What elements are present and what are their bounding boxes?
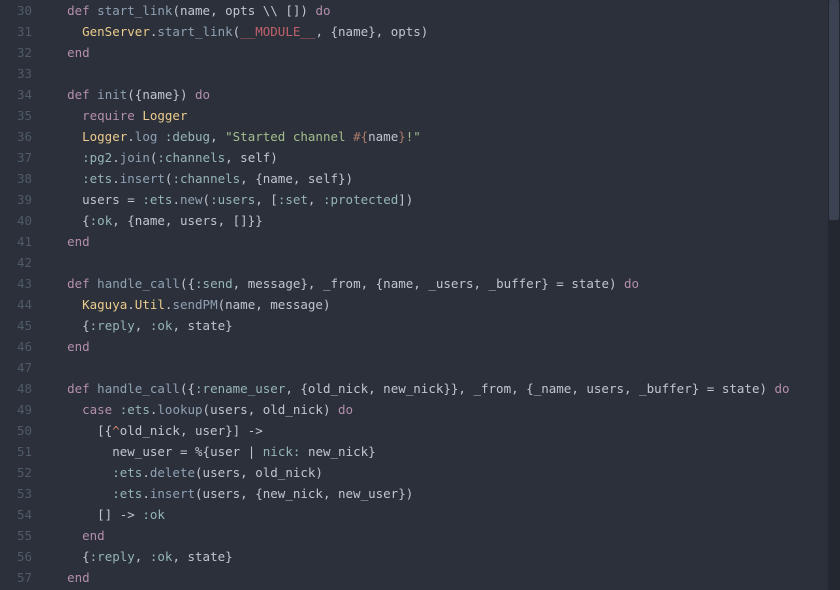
code-line[interactable]: :ets.delete(users, old_nick) — [52, 462, 828, 483]
line-number: 34 — [0, 84, 32, 105]
code-line[interactable]: Kaguya.Util.sendPM(name, message) — [52, 294, 828, 315]
line-number: 56 — [0, 546, 32, 567]
code-line[interactable] — [52, 357, 828, 378]
code-line[interactable]: case :ets.lookup(users, old_nick) do — [52, 399, 828, 420]
line-number: 35 — [0, 105, 32, 126]
code-line[interactable]: :ets.insert(users, {new_nick, new_user}) — [52, 483, 828, 504]
vertical-scrollbar-thumb[interactable] — [829, 0, 839, 220]
line-number: 48 — [0, 378, 32, 399]
line-number: 54 — [0, 504, 32, 525]
line-number: 47 — [0, 357, 32, 378]
code-line[interactable]: [{^old_nick, user}] -> — [52, 420, 828, 441]
line-number: 44 — [0, 294, 32, 315]
line-number: 33 — [0, 63, 32, 84]
code-line[interactable]: def start_link(name, opts \\ []) do — [52, 0, 828, 21]
line-number: 32 — [0, 42, 32, 63]
code-content[interactable]: def start_link(name, opts \\ []) do GenS… — [42, 0, 828, 590]
line-number: 55 — [0, 525, 32, 546]
code-line[interactable]: {:reply, :ok, state} — [52, 546, 828, 567]
line-number: 46 — [0, 336, 32, 357]
code-line[interactable]: :ets.insert(:channels, {name, self}) — [52, 168, 828, 189]
line-number: 51 — [0, 441, 32, 462]
code-editor: 3031323334353637383940414243444546474849… — [0, 0, 840, 590]
line-number: 39 — [0, 189, 32, 210]
code-line[interactable]: {:ok, {name, users, []}} — [52, 210, 828, 231]
line-number: 49 — [0, 399, 32, 420]
line-number: 53 — [0, 483, 32, 504]
code-line[interactable]: users = :ets.new(:users, [:set, :protect… — [52, 189, 828, 210]
code-line[interactable]: def init({name}) do — [52, 84, 828, 105]
code-line[interactable]: :pg2.join(:channels, self) — [52, 147, 828, 168]
code-line[interactable]: def handle_call({:rename_user, {old_nick… — [52, 378, 828, 399]
line-number: 40 — [0, 210, 32, 231]
code-line[interactable]: end — [52, 231, 828, 252]
line-number: 43 — [0, 273, 32, 294]
line-number: 31 — [0, 21, 32, 42]
code-line[interactable]: end — [52, 567, 828, 588]
code-line[interactable]: GenServer.start_link(__MODULE__, {name},… — [52, 21, 828, 42]
code-line[interactable]: Logger.log :debug, "Started channel #{na… — [52, 126, 828, 147]
code-line[interactable]: end — [52, 336, 828, 357]
line-number: 41 — [0, 231, 32, 252]
line-number: 52 — [0, 462, 32, 483]
code-line[interactable] — [52, 252, 828, 273]
line-number: 38 — [0, 168, 32, 189]
code-line[interactable]: [] -> :ok — [52, 504, 828, 525]
code-line[interactable]: require Logger — [52, 105, 828, 126]
line-number: 30 — [0, 0, 32, 21]
line-number: 37 — [0, 147, 32, 168]
code-line[interactable]: {:reply, :ok, state} — [52, 315, 828, 336]
code-line[interactable]: end — [52, 42, 828, 63]
line-number: 57 — [0, 567, 32, 588]
line-number: 42 — [0, 252, 32, 273]
line-number: 50 — [0, 420, 32, 441]
vertical-scrollbar-track[interactable] — [828, 0, 840, 590]
line-number: 45 — [0, 315, 32, 336]
code-line[interactable]: end — [52, 525, 828, 546]
code-line[interactable]: new_user = %{user | nick: new_nick} — [52, 441, 828, 462]
line-number: 36 — [0, 126, 32, 147]
line-number-gutter: 3031323334353637383940414243444546474849… — [0, 0, 42, 590]
code-line[interactable]: def handle_call({:send, message}, _from,… — [52, 273, 828, 294]
code-line[interactable] — [52, 63, 828, 84]
